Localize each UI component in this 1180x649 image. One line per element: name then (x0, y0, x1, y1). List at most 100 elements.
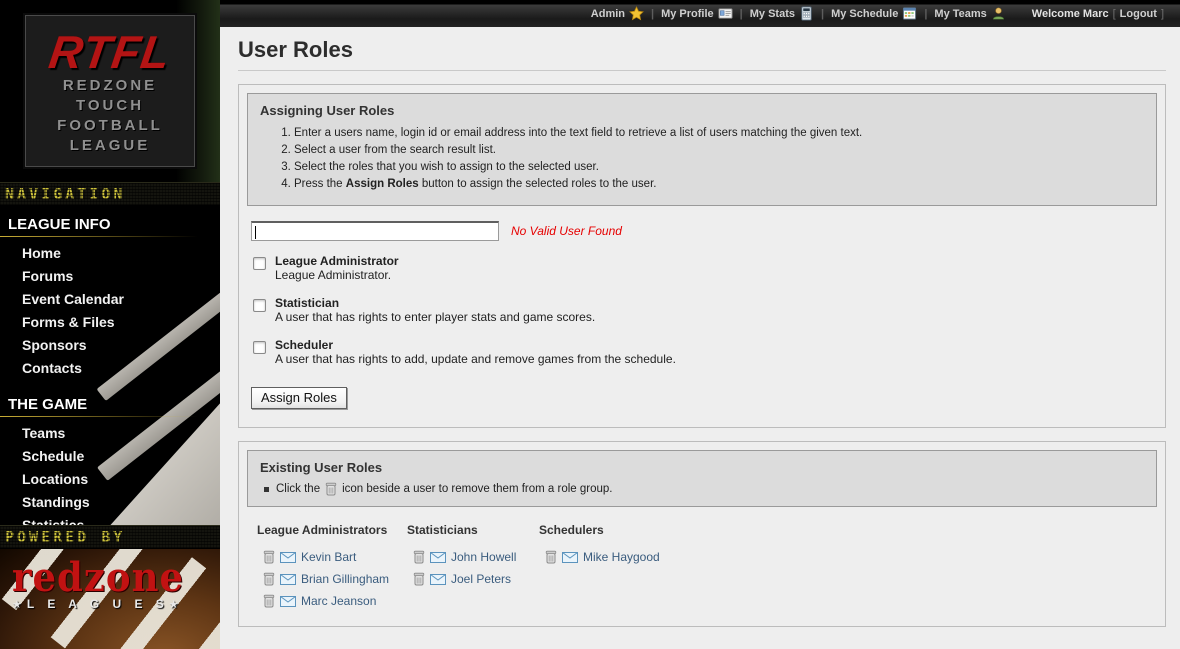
bin-icon (263, 594, 275, 608)
user-link[interactable]: Joel Peters (451, 572, 511, 586)
nav-admin[interactable]: Admin (591, 6, 644, 21)
league-administrator-checkbox[interactable] (253, 257, 266, 270)
email-user-button[interactable] (430, 574, 446, 585)
role-name: Scheduler (275, 338, 676, 352)
statistician-checkbox[interactable] (253, 299, 266, 312)
user-icon (991, 6, 1006, 21)
role-option-statistician: Statistician A user that has rights to e… (249, 296, 1157, 325)
user-row: Marc Jeanson (263, 590, 407, 612)
bin-icon (545, 550, 557, 564)
instruction-step: Enter a users name, login id or email ad… (294, 127, 1144, 139)
bin-icon (413, 550, 425, 564)
title-divider (238, 70, 1166, 71)
sidebar-item-event-calendar[interactable]: Event Calendar (0, 288, 220, 311)
calculator-icon (799, 6, 814, 21)
sidebar-item-forms-files[interactable]: Forms & Files (0, 311, 220, 334)
envelope-icon (280, 552, 296, 563)
sidebar-item-teams[interactable]: Teams (0, 422, 220, 445)
role-description: A user that has rights to enter player s… (275, 310, 595, 325)
remove-user-button[interactable] (263, 572, 275, 586)
remove-user-button[interactable] (413, 572, 425, 586)
league-logo: RTFL REDZONE TOUCH FOOTBALL LEAGUE (25, 15, 195, 167)
role-option-league-administrator: League Administrator League Administrato… (249, 254, 1157, 283)
remove-user-button[interactable] (545, 550, 557, 564)
group-league-administrators: League Administrators Kevin Bart Brian G… (257, 523, 407, 612)
league-logo-acronym: RTFL (23, 28, 198, 76)
bin-icon (263, 572, 275, 586)
group-title: Statisticians (407, 523, 539, 537)
email-user-button[interactable] (562, 552, 578, 563)
sidebar-item-locations[interactable]: Locations (0, 468, 220, 491)
email-user-button[interactable] (280, 574, 296, 585)
email-user-button[interactable] (280, 596, 296, 607)
welcome-user-label: Welcome Marc (1032, 8, 1109, 20)
instruction-step: Press the Assign Roles button to assign … (294, 178, 1144, 190)
nav-separator: | (651, 8, 654, 20)
nav-my-stats[interactable]: My Stats (750, 6, 814, 21)
envelope-icon (280, 574, 296, 585)
role-description: League Administrator. (275, 268, 399, 283)
user-link[interactable]: Kevin Bart (301, 550, 356, 564)
league-logo-area: RTFL REDZONE TOUCH FOOTBALL LEAGUE (0, 0, 220, 182)
role-groups: League Administrators Kevin Bart Brian G… (257, 523, 1157, 612)
user-link[interactable]: Brian Gillingham (301, 572, 389, 586)
existing-user-roles-section: Existing User Roles Click the icon besid… (238, 441, 1166, 627)
redzone-leagues-logo-area: redzone ★L E A G U E S★ (0, 549, 220, 649)
envelope-icon (430, 574, 446, 585)
sidebar-menu: LEAGUE INFO Home Forums Event Calendar F… (0, 206, 220, 525)
sidebar: RTFL REDZONE TOUCH FOOTBALL LEAGUE NAVIG… (0, 0, 220, 649)
role-name: Statistician (275, 296, 595, 310)
email-user-button[interactable] (430, 552, 446, 563)
logout-link[interactable]: Logout (1120, 8, 1157, 20)
league-logo-line: TOUCH (26, 96, 194, 116)
top-navigation-bar: Admin | My Profile | My Stats | My Sched… (220, 0, 1180, 27)
league-logo-line: FOOTBALL (26, 116, 194, 136)
nav-my-profile[interactable]: My Profile (661, 6, 733, 21)
user-link[interactable]: John Howell (451, 550, 516, 564)
sidebar-item-schedule[interactable]: Schedule (0, 445, 220, 468)
powered-by-label: POWERED BY (5, 528, 125, 546)
sidebar-item-home[interactable]: Home (0, 242, 220, 265)
envelope-icon (280, 596, 296, 607)
user-link[interactable]: Marc Jeanson (301, 594, 376, 608)
user-link[interactable]: Mike Haygood (583, 550, 660, 564)
user-row: Joel Peters (413, 568, 539, 590)
nav-separator: | (740, 8, 743, 20)
remove-user-button[interactable] (263, 550, 275, 564)
assign-roles-emphasis: Assign Roles (346, 178, 419, 190)
remove-user-button[interactable] (413, 550, 425, 564)
remove-user-button[interactable] (263, 594, 275, 608)
nav-separator: | (821, 8, 824, 20)
page-title: User Roles (238, 37, 1166, 63)
league-logo-line: REDZONE (26, 76, 194, 96)
remove-note: Click the icon beside a user to remove t… (260, 482, 1144, 496)
sidebar-item-forums[interactable]: Forums (0, 265, 220, 288)
group-statisticians: Statisticians John Howell Joel Peters (407, 523, 539, 612)
nav-my-teams[interactable]: My Teams (934, 6, 1005, 21)
nav-my-schedule[interactable]: My Schedule (831, 6, 917, 21)
user-row: Brian Gillingham (263, 568, 407, 590)
bullet-square (264, 487, 269, 492)
no-valid-user-message: No Valid User Found (511, 224, 622, 238)
sidebar-item-standings[interactable]: Standings (0, 491, 220, 514)
redzone-logo-text: redzone (12, 558, 220, 597)
assigning-box-heading: Assigning User Roles (260, 103, 1144, 118)
user-search-input[interactable] (251, 221, 499, 241)
nav-separator: | (924, 8, 927, 20)
vcard-icon (718, 6, 733, 21)
scheduler-checkbox[interactable] (253, 341, 266, 354)
bin-icon (413, 572, 425, 586)
role-option-scheduler: Scheduler A user that has rights to add,… (249, 338, 1157, 367)
sidebar-item-contacts[interactable]: Contacts (0, 357, 220, 380)
assign-roles-button[interactable]: Assign Roles (251, 387, 347, 409)
bin-icon (263, 550, 275, 564)
sidebar-item-statistics[interactable]: Statistics (0, 514, 220, 525)
instruction-steps: Enter a users name, login id or email ad… (260, 127, 1144, 190)
envelope-icon (430, 552, 446, 563)
sidebar-item-sponsors[interactable]: Sponsors (0, 334, 220, 357)
email-user-button[interactable] (280, 552, 296, 563)
bin-icon (325, 482, 337, 496)
group-title: Schedulers (539, 523, 739, 537)
existing-roles-box: Existing User Roles Click the icon besid… (247, 450, 1157, 507)
navigation-header-label: NAVIGATION (5, 185, 125, 203)
